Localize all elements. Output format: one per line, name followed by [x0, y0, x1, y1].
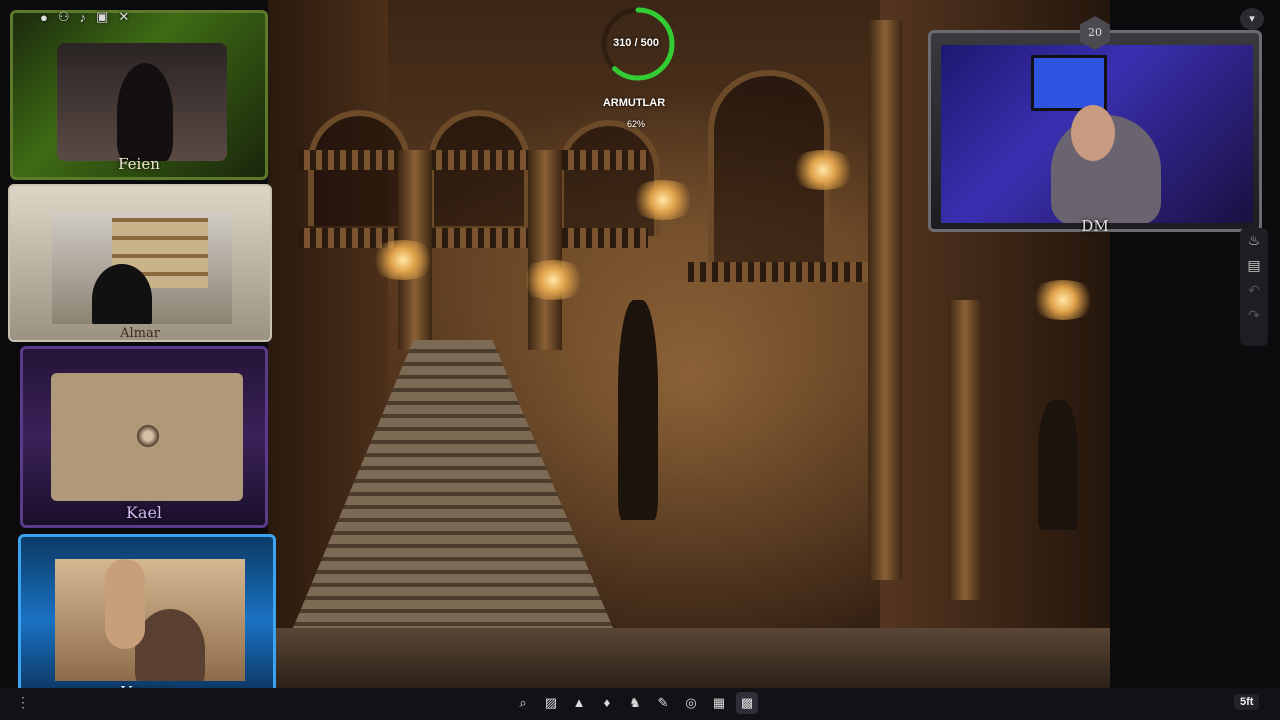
player-nameplate: Feien	[118, 155, 160, 173]
webcam-video	[941, 45, 1253, 223]
more-menu-icon[interactable]: ⋮	[16, 694, 30, 711]
map-chandelier	[628, 180, 698, 220]
webcam-video	[51, 373, 243, 501]
right-toolbar: ♨ ▤ ↶ ↷	[1240, 228, 1268, 346]
chevron-down-icon[interactable]: ▾	[1240, 8, 1264, 30]
chart-icon[interactable]: ▤	[1247, 257, 1260, 274]
map-balcony	[688, 262, 888, 282]
player-portrait	[135, 609, 205, 681]
sync-icon[interactable]: ◎	[680, 692, 702, 714]
map-balcony	[298, 228, 648, 248]
player-cam-vesper[interactable]: Vesper	[18, 534, 276, 706]
map-column	[948, 300, 982, 600]
monitor	[1031, 55, 1107, 111]
map-chandelier	[518, 260, 588, 300]
dm-head	[1071, 105, 1115, 161]
webcam-video	[57, 43, 227, 161]
draw-icon[interactable]: ✎	[652, 692, 674, 714]
grid-scale[interactable]: 5ft	[1234, 694, 1260, 710]
map-column	[868, 20, 902, 580]
player-cam-kael[interactable]: Kael	[20, 346, 268, 528]
grid-icon[interactable]: ▩	[736, 692, 758, 714]
search-icon[interactable]: ⌕	[512, 692, 534, 714]
dm-nameplate: DM	[1081, 217, 1109, 235]
webcam-video	[55, 559, 245, 681]
player-cam-feien[interactable]: Feien	[10, 10, 268, 180]
webcam-video	[52, 214, 232, 324]
map-chandelier	[1028, 280, 1098, 320]
bottom-toolbar: ⋮ ⌕ ▨ ▲ ♦ ♞ ✎ ◎ ▦ ▩ 5ft	[0, 688, 1280, 720]
redo-icon[interactable]: ↷	[1248, 307, 1260, 324]
player-nameplate: Kael	[125, 503, 163, 522]
mic-icon[interactable]: ♪	[80, 10, 87, 25]
player-cam-almar[interactable]: Almar	[8, 184, 272, 342]
undo-icon[interactable]: ↶	[1248, 282, 1260, 299]
creature-icon[interactable]: ♞	[624, 692, 646, 714]
map-statue	[618, 300, 658, 520]
top-left-controls: ● ⚇ ♪ ▣ ✕	[40, 8, 129, 26]
terrain-icon[interactable]: ▲	[568, 692, 590, 714]
map-statue	[1038, 400, 1078, 530]
token-hp-indicator[interactable]: 310 / 500 ARMUTLAR 62%	[598, 2, 682, 129]
fire-icon[interactable]: ♨	[1248, 232, 1261, 249]
map-column	[528, 150, 562, 350]
map-floor	[268, 628, 1110, 688]
player-nameplate: Almar	[120, 326, 160, 341]
tool-group: ⌕ ▨ ▲ ♦ ♞ ✎ ◎ ▦ ▩	[512, 692, 758, 716]
map-arch	[558, 120, 660, 236]
map-balcony	[298, 150, 648, 170]
camera-off-icon[interactable]: ▣	[96, 9, 108, 25]
map-chandelier	[788, 150, 858, 190]
dm-cam[interactable]: DM	[928, 30, 1262, 235]
avatar	[137, 425, 159, 447]
image-icon[interactable]: ▨	[540, 692, 562, 714]
close-icon[interactable]: ✕	[118, 9, 129, 25]
hp-value: 310 / 500	[613, 37, 659, 49]
token-name: ARMUTLAR	[602, 97, 666, 109]
player-portrait	[117, 63, 173, 161]
player-hand	[105, 559, 145, 649]
notes-icon[interactable]: ▦	[708, 692, 730, 714]
user-icon[interactable]: ●	[40, 10, 48, 25]
light-icon[interactable]: ♦	[596, 692, 618, 714]
hp-percent: 62%	[626, 119, 645, 129]
map-chandelier	[368, 240, 438, 280]
users-icon[interactable]: ⚇	[58, 9, 70, 25]
